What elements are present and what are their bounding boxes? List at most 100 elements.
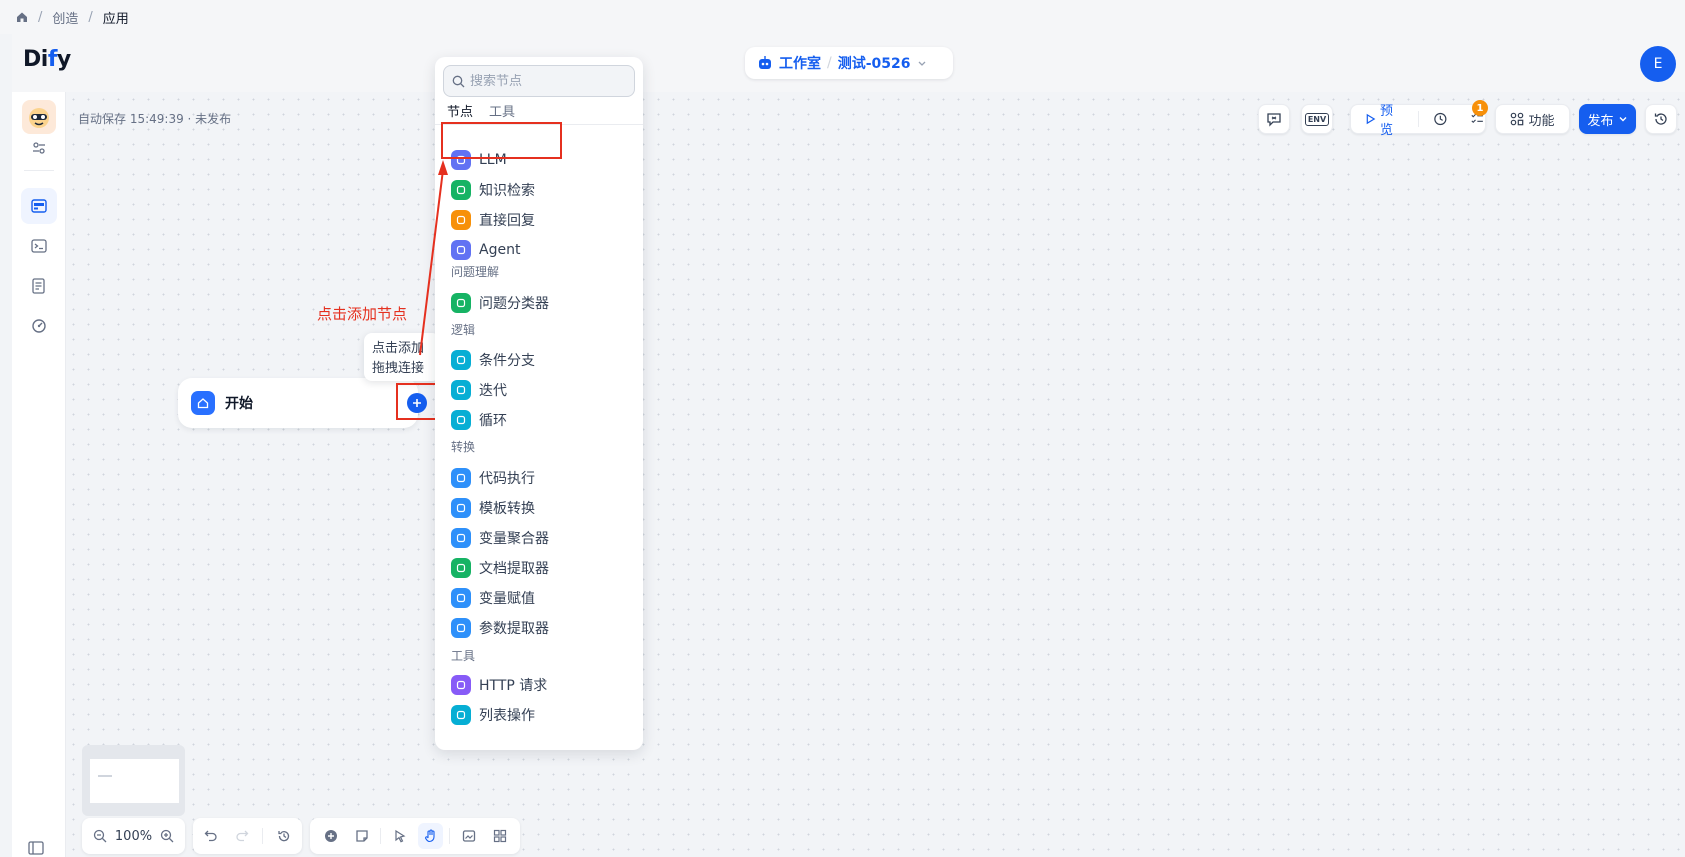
env-label: ENV <box>1304 112 1330 126</box>
logs-icon[interactable] <box>21 268 57 304</box>
home-icon[interactable] <box>16 11 28 23</box>
zoom-out-icon[interactable] <box>90 823 111 849</box>
zoom-in-icon[interactable] <box>156 823 177 849</box>
hand-icon[interactable] <box>418 823 444 849</box>
undo-icon[interactable] <box>201 823 222 849</box>
category-label: 逻辑 <box>451 323 476 337</box>
category-label: 问题理解 <box>451 265 500 279</box>
canvas-tools <box>310 818 520 854</box>
category-label: 工具 <box>451 649 476 663</box>
preview-group: 预览 <box>1350 104 1486 138</box>
panel-tabs: 节点 工具 <box>447 101 515 120</box>
search-field[interactable] <box>443 65 635 97</box>
version-history-button[interactable] <box>1645 104 1677 134</box>
app-header: Dify 工作室 / 测试-0526 E <box>12 34 1685 92</box>
node-item-http[interactable]: HTTP 请求 <box>451 672 547 698</box>
variable-aggregator-icon <box>451 528 471 548</box>
history-controls <box>193 818 302 854</box>
publish-label: 发布 <box>1587 113 1614 129</box>
question-classifier-icon <box>451 293 471 313</box>
orchestrate-icon[interactable] <box>21 188 57 224</box>
node-item-label: 迭代 <box>479 383 507 399</box>
history-icon <box>1654 113 1667 125</box>
start-node[interactable]: 开始 <box>178 378 418 428</box>
publish-button[interactable]: 发布 <box>1579 104 1636 134</box>
node-item-label: 参数提取器 <box>479 621 549 637</box>
monitoring-icon[interactable] <box>21 308 57 344</box>
api-access-icon[interactable] <box>21 228 57 264</box>
node-item-label: 变量赋值 <box>479 591 535 607</box>
run-history-icon[interactable] <box>1433 111 1448 127</box>
loop-icon <box>451 410 471 430</box>
zoom-level[interactable]: 100% <box>115 829 152 844</box>
http-request-icon <box>451 675 471 695</box>
node-item-label: 循环 <box>479 413 507 429</box>
pointer-icon[interactable] <box>387 823 412 849</box>
annotation-text: 点击添加节点 <box>317 305 408 323</box>
agent-icon <box>451 240 471 260</box>
parameter-extractor-icon <box>451 618 471 638</box>
node-item-knowledge[interactable]: 知识检索 <box>451 177 535 203</box>
annotation-highlight-box <box>396 383 438 420</box>
env-button[interactable]: ENV <box>1301 104 1333 134</box>
history-icon[interactable] <box>273 823 294 849</box>
dify-logo[interactable]: Dify <box>23 47 71 72</box>
redo-icon[interactable] <box>232 823 253 849</box>
category-label: 转换 <box>451 440 476 454</box>
user-avatar[interactable]: E <box>1640 46 1676 82</box>
chat-variable-icon <box>1267 113 1281 127</box>
breadcrumb-separator: / <box>88 9 93 25</box>
node-item-if-else[interactable]: 条件分支 <box>451 347 535 373</box>
breadcrumb-item-create[interactable]: 创造 <box>52 8 78 27</box>
node-item-code[interactable]: 代码执行 <box>451 465 535 491</box>
chevron-down-icon <box>1619 117 1626 122</box>
node-item-iteration[interactable]: 迭代 <box>451 377 507 403</box>
code-icon <box>451 468 471 488</box>
app-type-label: 工作室 <box>779 56 821 72</box>
tab-tools[interactable]: 工具 <box>489 101 515 120</box>
annotation-highlight-box <box>441 122 562 159</box>
breadcrumb: / 创造 / 应用 <box>0 0 1685 34</box>
app-switcher[interactable]: 工作室 / 测试-0526 <box>745 47 953 79</box>
robot-icon <box>759 56 771 69</box>
breadcrumb-item-app: 应用 <box>102 11 129 27</box>
app-settings-icon[interactable] <box>21 130 57 166</box>
app-avatar[interactable] <box>22 100 56 134</box>
node-item-list-op[interactable]: 列表操作 <box>451 702 535 728</box>
node-item-var-agg[interactable]: 变量聚合器 <box>451 525 549 551</box>
node-item-var-assign[interactable]: 变量赋值 <box>451 585 535 611</box>
organize-blocks-icon[interactable] <box>487 823 512 849</box>
node-item-answer[interactable]: 直接回复 <box>451 207 535 233</box>
direct-reply-icon <box>451 210 471 230</box>
node-item-label: 知识检索 <box>479 183 535 199</box>
variable-assigner-icon <box>451 588 471 608</box>
preview-button[interactable]: 预览 <box>1380 100 1404 138</box>
node-item-param-extract[interactable]: 参数提取器 <box>451 615 549 641</box>
add-note-icon[interactable] <box>349 823 374 849</box>
chat-variable-button[interactable] <box>1258 104 1290 134</box>
iteration-icon <box>451 380 471 400</box>
node-item-template[interactable]: 模板转换 <box>451 495 535 521</box>
node-item-doc-extract[interactable]: 文档提取器 <box>451 555 549 581</box>
search-input[interactable] <box>470 73 620 89</box>
node-item-classifier[interactable]: 问题分类器 <box>451 290 549 316</box>
tooltip-line: 点击添加 <box>372 341 425 356</box>
node-item-agent[interactable]: Agent <box>451 237 520 263</box>
node-item-label: 条件分支 <box>479 353 535 369</box>
breadcrumb-separator: / <box>38 9 43 25</box>
tooltip-line: 拖拽连接 <box>372 361 425 376</box>
workflow-canvas[interactable] <box>66 92 1685 857</box>
node-item-label: Agent <box>479 242 521 258</box>
checklist-badge: 1 <box>1472 100 1488 116</box>
minimap[interactable] <box>82 745 185 816</box>
add-block-icon[interactable] <box>318 823 343 849</box>
template-transform-icon <box>451 498 471 518</box>
features-button[interactable]: 功能 <box>1495 104 1570 134</box>
search-icon <box>452 75 465 87</box>
home-icon <box>191 391 215 415</box>
collapse-sidebar-icon[interactable] <box>28 840 44 857</box>
node-item-label: 列表操作 <box>479 708 535 724</box>
tab-nodes[interactable]: 节点 <box>447 101 473 120</box>
node-item-loop[interactable]: 循环 <box>451 407 507 433</box>
export-image-icon[interactable] <box>456 823 481 849</box>
